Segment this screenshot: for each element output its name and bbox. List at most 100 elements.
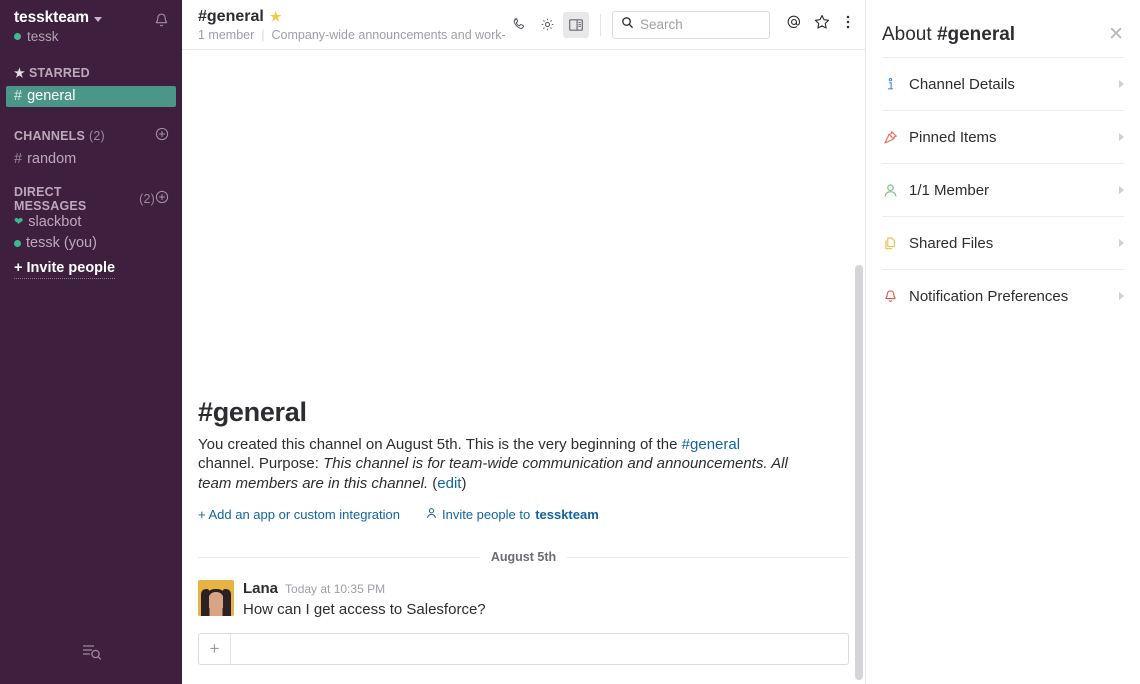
call-icon[interactable]	[505, 12, 531, 38]
about-prefix: About	[882, 23, 932, 45]
sidebar-item-label: general	[27, 88, 76, 104]
avatar-neck	[209, 607, 223, 616]
chevron-right-icon	[1119, 292, 1124, 300]
channel-header: #general ★ 1 member | Company-wide annou…	[182, 0, 865, 50]
sidebar-section-direct-messages: DIRECT MESSAGES (2) ❤ slackbot tessk (yo…	[0, 185, 182, 280]
list-search-icon[interactable]	[78, 638, 104, 668]
info-icon	[882, 77, 898, 92]
about-item-label: 1/1 Member	[909, 181, 990, 199]
invite-team-name: tesskteam	[535, 507, 599, 522]
sidebar-item-random[interactable]: # random	[0, 149, 182, 170]
sidebar: tesskteam tessk ★ STARRED # general CHAN…	[0, 0, 182, 684]
panel-toggle-icon[interactable]	[563, 11, 589, 38]
channel-intro-actions: + Add an app or custom integration Invit…	[198, 507, 847, 522]
channel-intro-title: #general	[198, 396, 307, 427]
about-item-members[interactable]: 1/1 Member	[882, 163, 1124, 216]
channel-title-row[interactable]: #general ★	[198, 8, 505, 25]
star-filled-icon[interactable]: ★	[270, 8, 282, 25]
bell-icon[interactable]	[153, 12, 170, 33]
invite-people-link[interactable]: Invite people to tesskteam	[426, 507, 599, 522]
channel-intro-text: You created this channel on August 5th. …	[198, 435, 788, 492]
intro-channel-link[interactable]: #general	[682, 436, 740, 453]
about-item-channel-details[interactable]: Channel Details	[882, 57, 1124, 110]
star-outline-icon[interactable]	[813, 13, 831, 36]
dm-label: DIRECT MESSAGES	[14, 184, 87, 213]
slack-app: tesskteam tessk ★ STARRED # general CHAN…	[0, 0, 1140, 684]
messages-area: #general You created this channel on Aug…	[182, 50, 865, 684]
message-header: Lana Today at 10:35 PM	[243, 580, 849, 597]
message-timestamp[interactable]: Today at 10:35 PM	[285, 582, 385, 596]
team-current-user[interactable]: tessk	[14, 29, 102, 44]
starred-list: # general	[0, 86, 182, 107]
team-user-label: tessk	[27, 29, 59, 44]
sidebar-section-channels: CHANNELS (2) # random	[0, 126, 182, 170]
avatar-hair-right	[223, 589, 231, 616]
starred-header[interactable]: ★ STARRED	[0, 63, 182, 82]
star-icon: ★	[14, 65, 25, 80]
hash-icon: #	[14, 151, 23, 167]
about-item-notification-preferences[interactable]: Notification Preferences	[882, 269, 1124, 322]
intro-created-suffix: channel.	[198, 455, 255, 472]
team-name-button[interactable]: tesskteam	[14, 9, 102, 27]
channels-count: (2)	[89, 128, 105, 143]
about-item-label: Shared Files	[909, 234, 994, 252]
sidebar-item-label: random	[27, 151, 77, 167]
message-body: Lana Today at 10:35 PM How can I get acc…	[243, 580, 849, 620]
search-box[interactable]	[612, 10, 770, 39]
message-author[interactable]: Lana	[243, 580, 278, 597]
about-item-shared-files[interactable]: Shared Files	[882, 216, 1124, 269]
message-text: How can I get access to Salesforce?	[243, 601, 486, 618]
add-app-link[interactable]: + Add an app or custom integration	[198, 507, 400, 522]
channel-header-info: #general ★ 1 member | Company-wide annou…	[198, 8, 505, 42]
kebab-menu-icon[interactable]	[841, 13, 855, 36]
bell-icon	[882, 289, 898, 304]
about-panel-title: About #general	[882, 24, 1015, 46]
invite-people-button[interactable]: + Invite people	[0, 258, 182, 280]
about-item-label: Notification Preferences	[909, 287, 1069, 305]
person-icon	[426, 507, 437, 522]
composer: +	[182, 620, 865, 684]
about-panel: About #general ✕ Channel Details Pinned …	[865, 0, 1140, 684]
avatar[interactable]	[198, 580, 234, 616]
close-icon[interactable]: ✕	[1108, 25, 1124, 44]
search-input[interactable]	[640, 17, 761, 32]
add-app-label: + Add an app or custom integration	[198, 507, 400, 522]
plus-circle-icon-dm[interactable]	[155, 190, 169, 207]
plus-circle-icon-channels[interactable]	[155, 127, 169, 144]
chevron-right-icon	[1119, 80, 1124, 88]
date-divider-label: August 5th	[479, 550, 568, 564]
about-item-label: Pinned Items	[909, 128, 997, 146]
channels-label: CHANNELS	[14, 128, 86, 143]
composer-box[interactable]: +	[198, 633, 849, 665]
files-icon	[882, 236, 898, 251]
chevron-right-icon	[1119, 133, 1124, 141]
message-input[interactable]	[231, 634, 848, 664]
sidebar-section-starred: ★ STARRED # general	[0, 63, 182, 107]
message-row: Lana Today at 10:35 PM How can I get acc…	[182, 565, 865, 620]
team-name-label: tesskteam	[14, 9, 89, 26]
gear-icon[interactable]	[534, 12, 560, 38]
sidebar-item-general[interactable]: # general	[6, 86, 176, 107]
channel-topic[interactable]: Company-wide announcements and work-base…	[272, 28, 505, 42]
team-info: tesskteam tessk	[14, 9, 102, 44]
channels-header[interactable]: CHANNELS (2)	[0, 126, 182, 145]
sidebar-item-tessk[interactable]: tessk (you)	[0, 233, 182, 254]
sidebar-item-slackbot[interactable]: ❤ slackbot	[0, 212, 182, 233]
dm-list: ❤ slackbot tessk (you)	[0, 212, 182, 254]
intro-edit-link[interactable]: edit	[437, 475, 461, 492]
messages-scroll-region: #general You created this channel on Aug…	[182, 50, 865, 684]
channel-subtitle: 1 member | Company-wide announcements an…	[198, 28, 505, 42]
chevron-right-icon	[1119, 239, 1124, 247]
dm-header[interactable]: DIRECT MESSAGES (2)	[0, 185, 182, 213]
header-right-icons	[785, 13, 855, 36]
invite-people-label: + Invite people	[14, 260, 116, 279]
about-item-pinned-items[interactable]: Pinned Items	[882, 110, 1124, 163]
plus-icon[interactable]: +	[199, 634, 231, 664]
team-header[interactable]: tesskteam tessk	[0, 0, 182, 44]
member-count[interactable]: 1 member	[198, 28, 254, 42]
search-icon	[621, 16, 634, 34]
invite-label: Invite people to	[442, 507, 531, 522]
presence-dot-icon	[14, 240, 21, 247]
mention-icon[interactable]	[785, 13, 803, 36]
page-title: #general	[198, 7, 264, 25]
